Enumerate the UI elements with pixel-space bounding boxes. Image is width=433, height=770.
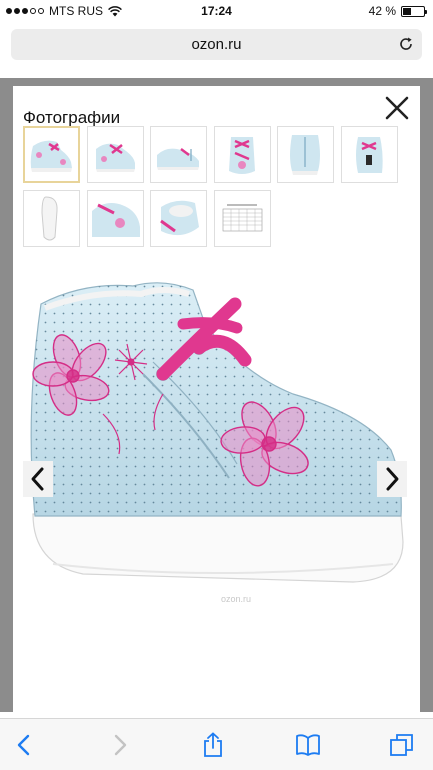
thumbnail-10[interactable] [214, 190, 271, 247]
bookmarks-icon[interactable] [295, 732, 321, 758]
chevron-right-icon [386, 467, 399, 491]
thumbnail-4[interactable] [214, 126, 271, 183]
image-watermark: ozon.ru [221, 594, 251, 604]
tabs-icon[interactable] [389, 732, 415, 758]
thumbnail-7[interactable] [23, 190, 80, 247]
shoe-toe-closeup-thumbnail [92, 203, 140, 237]
reload-icon[interactable] [398, 36, 414, 52]
shoe-heel-thumbnail [356, 137, 383, 173]
status-bar: MTS RUS 17:24 42 % [0, 0, 433, 22]
share-icon[interactable] [200, 732, 226, 758]
shoe-sole-thumbnail [41, 196, 58, 241]
battery-percent: 42 % [368, 4, 396, 18]
next-photo-button[interactable] [377, 461, 407, 497]
address-bar[interactable]: ozon.ru [11, 29, 422, 60]
back-icon[interactable] [12, 732, 38, 758]
gallery-title: Фотографии [23, 108, 121, 127]
browser-toolbar [0, 718, 433, 770]
page-overlay: Фотографии ozon.ru [0, 78, 433, 712]
thumbnail-9[interactable] [150, 190, 207, 247]
main-product-image: ozon.ru [30, 282, 404, 604]
thumbnail-5[interactable] [277, 126, 334, 183]
photo-gallery-modal: Фотографии ozon.ru [13, 86, 420, 712]
shoe-side-thumbnail [30, 140, 72, 172]
shoe-top-view-thumbnail [160, 200, 199, 236]
thumbnail-6[interactable] [341, 126, 398, 183]
previous-photo-button[interactable] [23, 461, 53, 497]
size-chart-thumbnail [222, 204, 263, 232]
forward-icon[interactable] [106, 732, 132, 758]
thumbnail-1[interactable] [23, 126, 80, 183]
thumbnail-8[interactable] [87, 190, 144, 247]
close-icon[interactable] [384, 95, 410, 121]
shoe-angle-thumbnail [96, 143, 135, 172]
shoe-front-thumbnail [229, 137, 255, 174]
url-text[interactable]: ozon.ru [11, 36, 422, 53]
shoe-inner-side-thumbnail [157, 148, 199, 170]
thumbnail-2[interactable] [87, 126, 144, 183]
status-right: 42 % [368, 4, 427, 18]
chevron-left-icon [31, 467, 44, 491]
battery-level [403, 7, 412, 15]
shoe-back-thumbnail [290, 135, 320, 175]
battery-icon [401, 5, 427, 17]
thumbnail-3[interactable] [150, 126, 207, 183]
